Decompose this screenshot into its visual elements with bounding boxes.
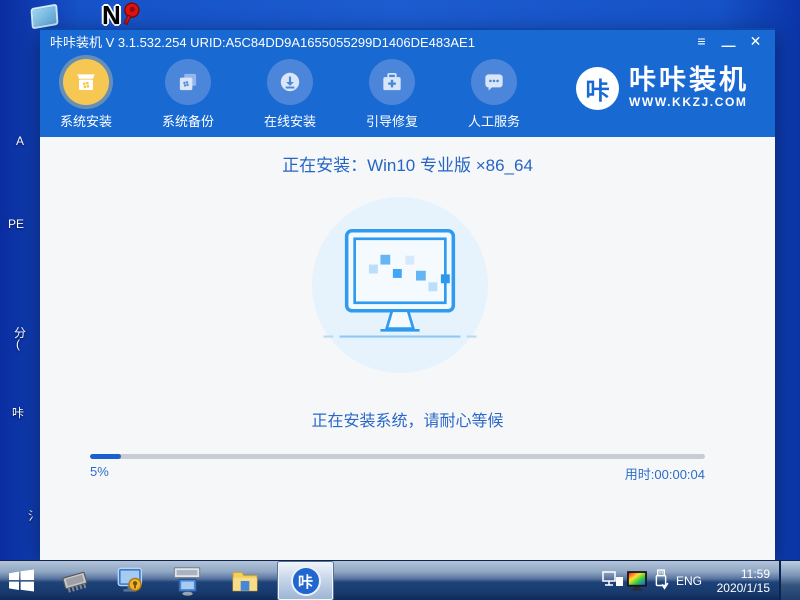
kaka-installer-window: 咔咔装机 V 3.1.532.254 URID:A5C84DD9A1655055… bbox=[40, 28, 775, 560]
taskbar-clock[interactable]: 11:59 2020/1/15 bbox=[700, 567, 770, 595]
network-icon bbox=[602, 571, 623, 586]
nav-label: 人工服务 bbox=[467, 114, 520, 129]
clock-time: 11:59 bbox=[740, 567, 770, 581]
start-button[interactable] bbox=[8, 569, 35, 597]
desktop-label-fragment[interactable]: 氵 bbox=[28, 507, 40, 524]
nav-item-online-install[interactable]: 在线安装 bbox=[248, 59, 332, 137]
system-backup-icon bbox=[165, 59, 211, 105]
red-key-icon bbox=[123, 2, 140, 26]
install-progress-panel: 正在安装：Win10 专业版 ×86_64 正在安装系统，请耐心等候 5% 用时… bbox=[40, 137, 775, 558]
desktop-label-fragment[interactable]: PE bbox=[8, 217, 24, 231]
clock-date: 2020/1/15 bbox=[716, 581, 770, 595]
memory-chip-icon bbox=[62, 571, 88, 593]
elapsed-time: 用时:00:00:04 bbox=[624, 467, 705, 482]
minimize-button[interactable]: — bbox=[715, 30, 742, 53]
brand-logo: 咔 咔咔装机 WWW.KKZJ.COM bbox=[576, 66, 749, 110]
brand-circle-icon: 咔 bbox=[576, 66, 619, 110]
installing-title: 正在安装：Win10 专业版 ×86_64 bbox=[282, 156, 533, 175]
window-title: 咔咔装机 V 3.1.532.254 URID:A5C84DD9A1655055… bbox=[50, 34, 475, 50]
brand-name: 咔咔装机 bbox=[629, 65, 749, 95]
taskbar-chip-tool[interactable] bbox=[58, 567, 92, 600]
menu-button[interactable]: ≡ bbox=[688, 30, 715, 52]
nav-item-system-install[interactable]: 系统安装 bbox=[44, 59, 128, 137]
title-bar[interactable]: 咔咔装机 V 3.1.532.254 URID:A5C84DD9A1655055… bbox=[40, 28, 775, 54]
tray-usb[interactable] bbox=[653, 569, 669, 596]
tray-display-settings[interactable] bbox=[626, 570, 648, 596]
nav-label: 引导修复 bbox=[365, 114, 418, 129]
live-support-icon bbox=[471, 59, 517, 105]
online-install-icon bbox=[267, 59, 313, 105]
taskbar-input-tool[interactable] bbox=[172, 566, 202, 600]
windows-logo-icon bbox=[9, 569, 34, 592]
nav-label: 在线安装 bbox=[263, 114, 316, 129]
progress-fill bbox=[90, 454, 121, 459]
n-letter: N bbox=[102, 0, 121, 30]
usb-eject-icon bbox=[655, 569, 669, 590]
boot-repair-icon bbox=[369, 59, 415, 105]
window-controls: ≡ — ✕ bbox=[688, 30, 769, 54]
keyboard-monitor-icon bbox=[173, 567, 201, 596]
folder-icon bbox=[232, 571, 258, 592]
desktop: N _ A PE 分 ( 咔 氵 咔咔装机 V 3.1.532.254 URID… bbox=[0, 0, 800, 600]
close-button[interactable]: ✕ bbox=[742, 30, 769, 52]
tray-network[interactable] bbox=[602, 571, 624, 596]
taskbar-kaka-app-button[interactable]: 咔 bbox=[278, 562, 333, 600]
show-desktop-button[interactable] bbox=[779, 561, 800, 600]
desktop-label-fragment[interactable]: A bbox=[16, 134, 24, 148]
desktop-n-app-icon[interactable]: N _ bbox=[102, 0, 146, 33]
system-install-icon bbox=[63, 59, 109, 105]
monitor-lock-icon bbox=[117, 567, 143, 592]
progress-section: 5% 用时:00:00:04 bbox=[90, 454, 705, 483]
nav-label: 系统安装 bbox=[59, 114, 112, 129]
taskbar: 咔 ENG 11:59 2020/1/15 bbox=[0, 560, 800, 600]
progress-bar bbox=[90, 454, 705, 459]
status-text: 正在安装系统，请耐心等候 bbox=[311, 413, 504, 430]
kaka-app-icon: 咔 bbox=[290, 566, 321, 596]
nav-item-system-backup[interactable]: 系统备份 bbox=[146, 59, 230, 137]
monitor-illustration bbox=[312, 197, 488, 373]
brand-site: WWW.KKZJ.COM bbox=[629, 95, 748, 109]
nav-header: 系统安装 系统备份 在线安装 引导修复 人工服务 咔 咔咔装机 WWW.KKZJ… bbox=[40, 52, 775, 137]
nav-item-live-support[interactable]: 人工服务 bbox=[452, 59, 536, 137]
language-indicator[interactable]: ENG bbox=[676, 574, 702, 588]
desktop-label-fragment[interactable]: ( bbox=[16, 337, 20, 351]
desktop-label-fragment[interactable]: 咔 bbox=[12, 404, 24, 421]
nav-label: 系统备份 bbox=[161, 114, 214, 129]
desktop-display-icon[interactable] bbox=[30, 3, 59, 30]
taskbar-file-explorer[interactable] bbox=[230, 568, 260, 599]
color-display-icon bbox=[627, 571, 647, 591]
progress-percent: 5% bbox=[90, 464, 109, 479]
nav-item-boot-repair[interactable]: 引导修复 bbox=[350, 59, 434, 137]
taskbar-display-tool[interactable] bbox=[116, 566, 146, 600]
